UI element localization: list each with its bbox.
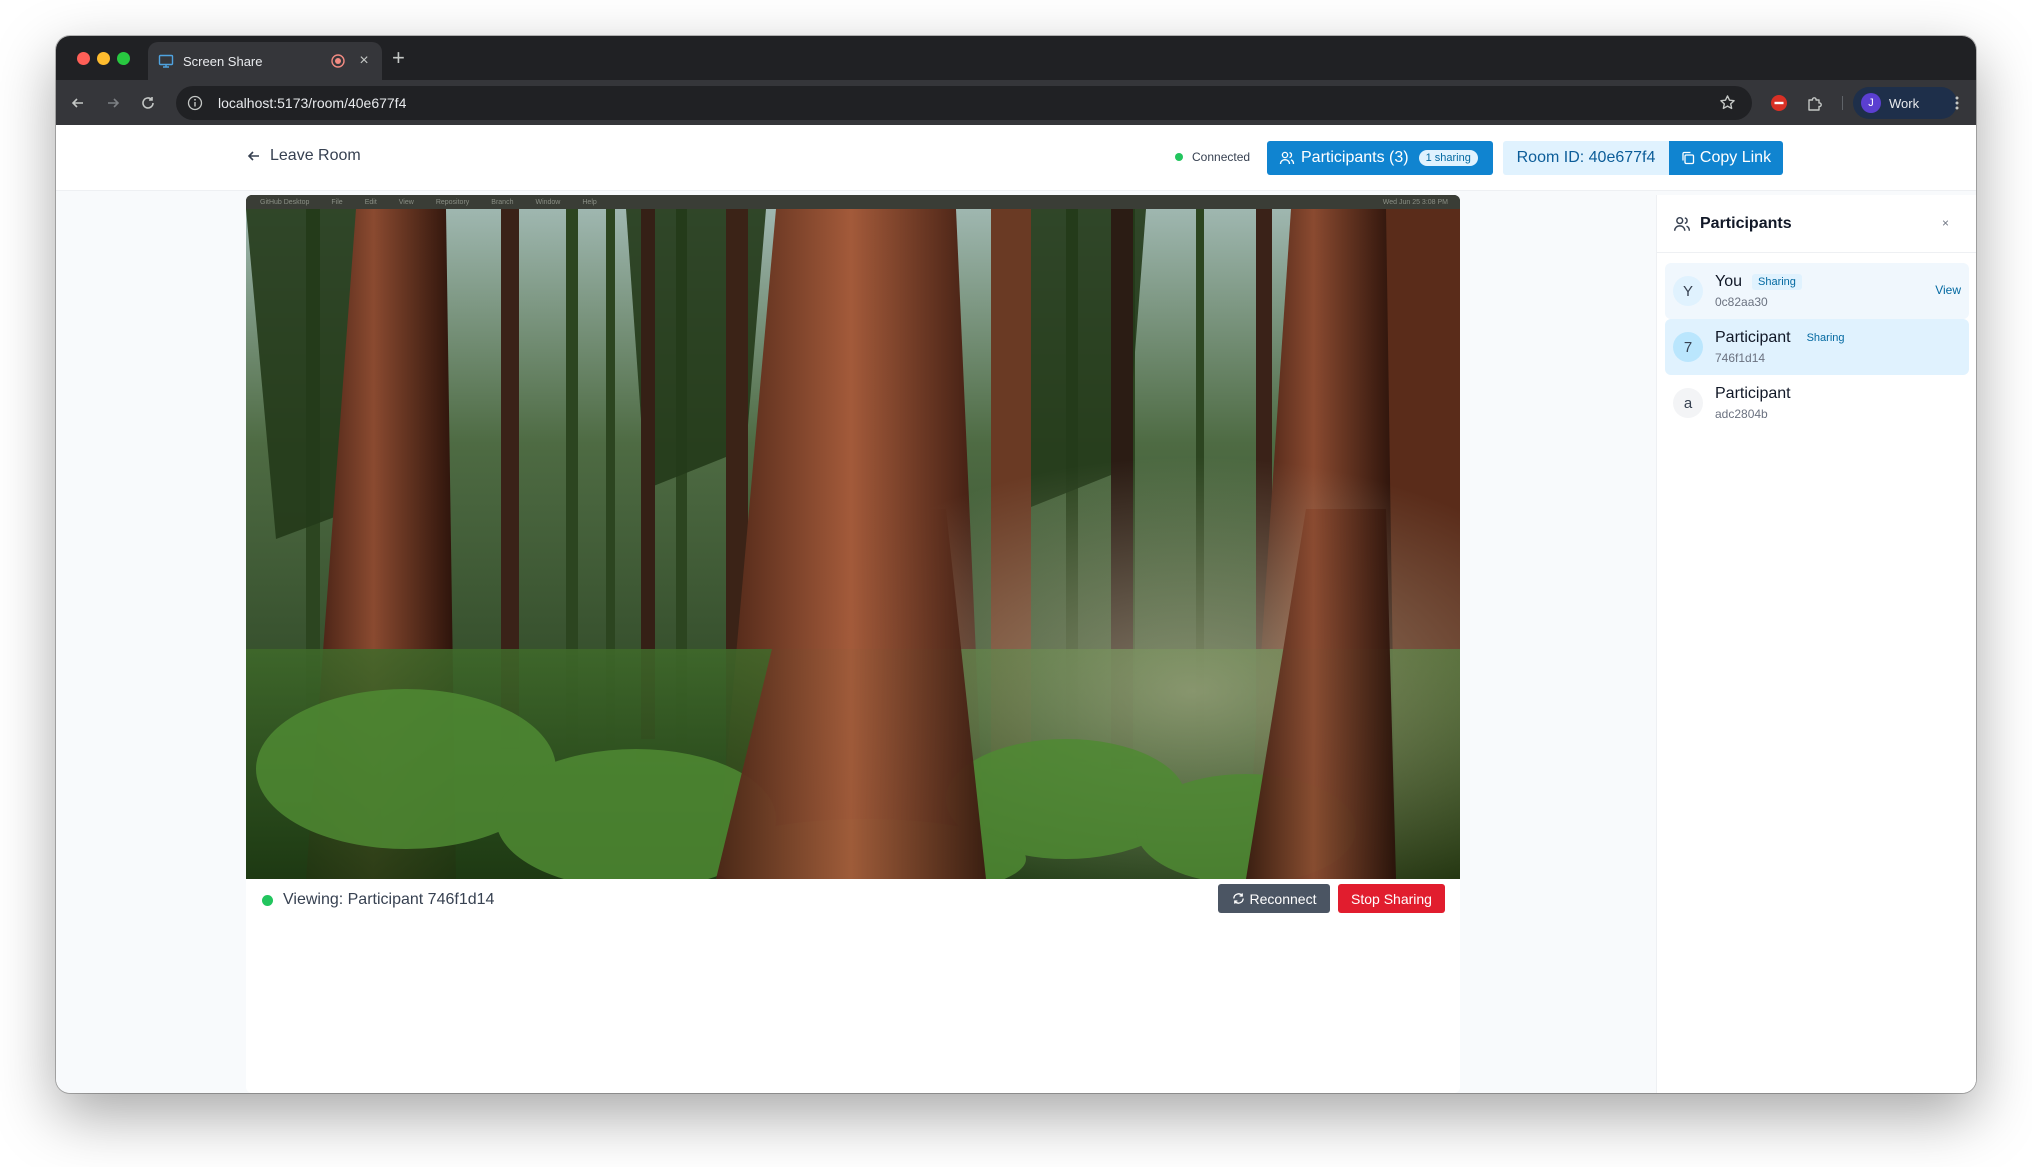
reconnect-label: Reconnect [1249,890,1317,907]
participant-name: You [1715,273,1742,290]
browser-window: Screen Share × + localhost:5173/room/40e… [56,36,1976,1093]
tab-title: Screen Share [183,53,263,69]
browser-menu-icon[interactable] [1947,93,1967,113]
browser-tab-active[interactable]: Screen Share × [148,42,382,80]
participant-item[interactable]: Y You Sharing 0c82aa30 View [1665,263,1969,319]
arrow-left-icon [247,151,259,161]
viewing-label: Viewing: Participant 746f1d14 [283,891,495,908]
bookmark-star-icon[interactable] [1719,94,1736,116]
copy-link-label: Copy Link [1699,149,1772,166]
panel-title: Participants [1700,214,1792,232]
new-tab-button[interactable]: + [392,46,405,70]
profile-name: Work [1889,95,1920,111]
close-panel-icon[interactable] [1942,215,1958,231]
blocker-extension-icon[interactable] [1768,92,1790,114]
back-icon[interactable] [68,93,88,113]
participant-item-selected[interactable]: 7 Participant Sharing 746f1d14 [1665,319,1969,375]
live-dot [262,894,273,906]
participants-button[interactable]: Participants (3) 1 sharing [1267,141,1493,175]
reload-icon[interactable] [138,93,158,113]
menubar-item: Help [582,198,597,206]
profile-avatar: J [1861,93,1881,113]
participant-id: 0c82aa30 [1715,295,1768,309]
toolbar-divider [1842,96,1843,110]
extensions-puzzle-icon[interactable] [1804,92,1826,114]
forest-wallpaper-image [246,209,1460,879]
participants-button-label: Participants (3) [1301,149,1409,166]
menubar-item: Branch [491,198,514,206]
menubar-item: Window [535,198,561,206]
copy-icon [1682,151,1695,165]
room-id-display: Room ID: 40e677f4 [1503,141,1669,175]
participant-avatar: Y [1673,276,1703,306]
url-text: localhost:5173/room/40e677f4 [218,95,407,111]
status-dot [1175,153,1183,161]
close-window-button[interactable] [77,52,90,65]
participant-item[interactable]: a Participant adc2804b [1665,375,1969,431]
minimize-window-button[interactable] [97,52,110,65]
room-header: Leave Room Connected Participants (3) 1 … [56,125,1976,191]
forward-icon[interactable] [103,93,123,113]
profile-chip[interactable]: J Work [1853,87,1957,119]
sharing-badge: Sharing [1752,274,1802,290]
refresh-icon [1232,893,1244,904]
connection-status: Connected [1175,150,1250,164]
monitor-icon [158,53,174,69]
reconnect-button[interactable]: Reconnect [1218,884,1330,913]
participant-avatar: 7 [1673,332,1703,362]
menubar-item: Repository [435,198,470,206]
participant-name: Participant [1715,385,1791,402]
participant-name: Participant [1715,329,1791,346]
browser-tab-bar: Screen Share × + [56,36,1976,80]
stop-sharing-button[interactable]: Stop Sharing [1338,884,1445,913]
menubar-item: View [398,198,414,206]
participants-panel: Participants Y You Sharing 0c82aa30 View… [1656,195,1976,1093]
leave-room-label: Leave Room [270,147,361,164]
address-bar[interactable]: localhost:5173/room/40e677f4 [176,86,1752,120]
participants-panel-header: Participants [1657,195,1976,253]
browser-toolbar: localhost:5173/room/40e677f4 J Work [56,80,1976,125]
tab-close-icon[interactable]: × [356,53,372,69]
viewer-footer: Viewing: Participant 746f1d14 Reconnect … [246,879,1460,919]
sharing-badge: Sharing [1800,330,1851,346]
viewing-status: Viewing: Participant 746f1d14 [262,891,494,909]
sharing-count-badge: 1 sharing [1418,150,1478,166]
menubar-item: GitHub Desktop [260,198,310,206]
participant-id: 746f1d14 [1715,351,1766,365]
recording-icon [330,53,346,69]
site-info-icon[interactable] [186,94,204,112]
participant-id: adc2804b [1715,407,1768,421]
screen-viewer: GitHub Desktop File Edit View Repository… [246,195,1460,1093]
menubar-clock: Wed Jun 25 3:08 PM [1382,198,1448,206]
menubar-item: File [331,198,343,206]
menubar-item: Edit [364,198,377,206]
maximize-window-button[interactable] [117,52,130,65]
participant-avatar: a [1673,388,1703,418]
view-participant-button[interactable]: View [1935,283,1961,297]
app-page: Leave Room Connected Participants (3) 1 … [56,125,1976,1093]
copy-link-button[interactable]: Copy Link [1669,141,1783,175]
users-icon [1279,151,1295,165]
shared-screen-menubar: GitHub Desktop File Edit View Repository… [246,195,1460,209]
leave-room-button[interactable]: Leave Room [246,147,361,165]
shared-screen-video[interactable]: GitHub Desktop File Edit View Repository… [246,195,1460,879]
users-icon [1673,216,1691,231]
status-text: Connected [1192,150,1251,164]
